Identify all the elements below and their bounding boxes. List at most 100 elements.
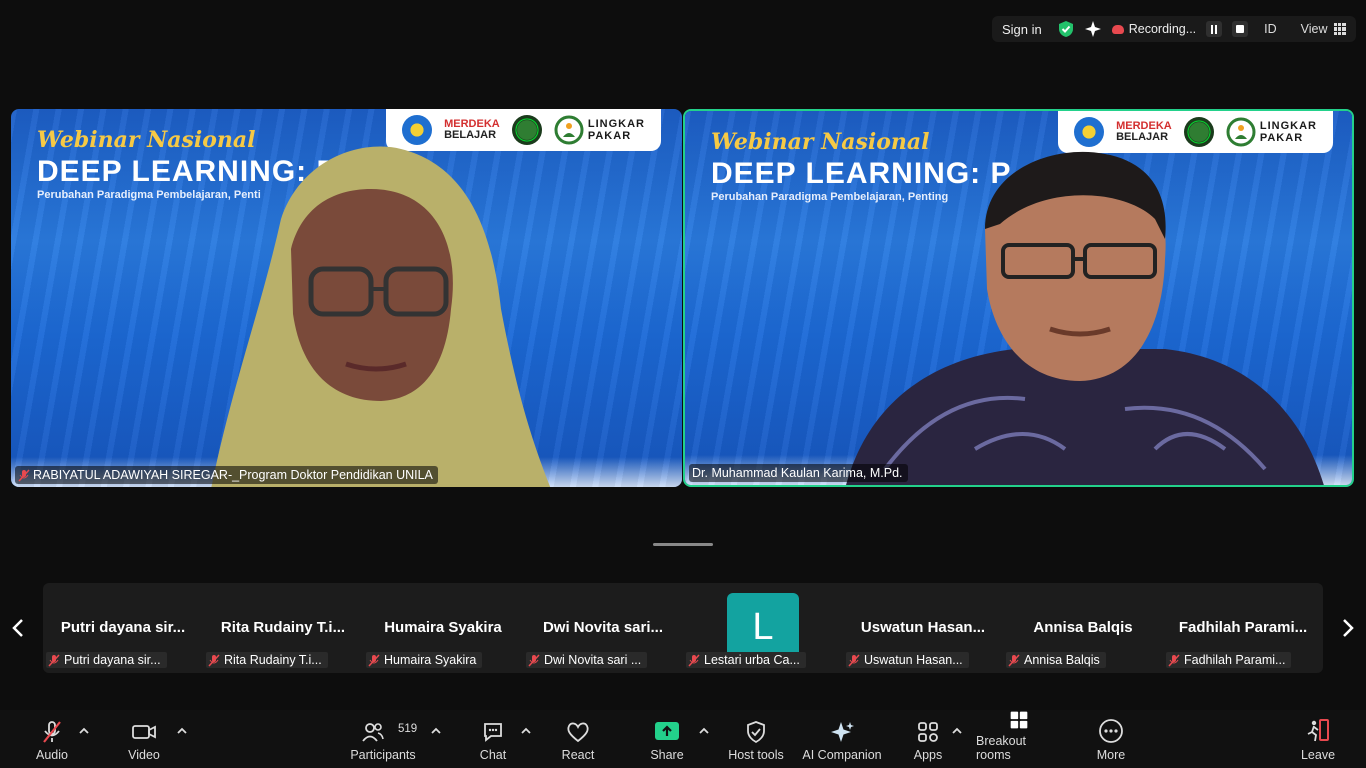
share-options-chevron-icon[interactable] bbox=[698, 726, 710, 736]
muted-mic-icon bbox=[1168, 653, 1180, 667]
ai-companion-button[interactable]: AI Companion bbox=[802, 710, 882, 768]
more-options-icon bbox=[1099, 719, 1123, 743]
recording-label: Recording... bbox=[1128, 22, 1197, 36]
participant-video-feed bbox=[846, 151, 1324, 485]
sign-in-link[interactable]: Sign in bbox=[1002, 22, 1042, 37]
thumbnail-display-name: Annisa Balqis bbox=[1033, 619, 1133, 636]
thumbnail-display-name: Rita Rudainy T.i... bbox=[220, 619, 346, 636]
thumbnail-tile[interactable]: Uswatun Hasan... Uswatun Hasan... bbox=[843, 583, 1003, 673]
pakar-text: PAKAR bbox=[587, 130, 632, 142]
audio-label: Audio bbox=[36, 748, 68, 762]
lingkar-pakar-emblem-icon bbox=[554, 115, 584, 145]
next-page-button[interactable] bbox=[1338, 614, 1358, 642]
share-label: Share bbox=[650, 748, 684, 762]
thumbnail-tile[interactable]: Rita Rudainy T.i... Rita Rudainy T.i... bbox=[203, 583, 363, 673]
thumbnail-display-name: Uswatun Hasan... bbox=[860, 619, 986, 636]
meeting-id-button[interactable]: ID bbox=[1264, 22, 1277, 36]
thumbnail-display-name: Putri dayana sir... bbox=[60, 619, 186, 636]
thumbnail-label: Dwi Novita sari ... bbox=[544, 653, 642, 667]
view-label: View bbox=[1300, 22, 1328, 36]
thumbnail-label: Lestari urba Ca... bbox=[704, 653, 800, 667]
breakout-rooms-icon bbox=[1010, 711, 1028, 729]
participants-button[interactable]: Participants bbox=[348, 710, 418, 768]
apps-button[interactable]: Apps bbox=[906, 710, 950, 768]
react-label: React bbox=[561, 748, 595, 762]
thumbnail-tile[interactable]: Putri dayana sir... Putri dayana sir... bbox=[43, 583, 203, 673]
thumbnail-label: Putri dayana sir... bbox=[64, 653, 161, 667]
resize-handle[interactable] bbox=[653, 543, 713, 546]
thumbnail-name-tag: Annisa Balqis bbox=[1006, 652, 1106, 668]
participants-icon bbox=[362, 723, 384, 742]
react-button[interactable]: React bbox=[556, 710, 600, 768]
participants-label: Participants bbox=[350, 748, 416, 762]
grid-view-icon bbox=[1333, 23, 1346, 35]
participant-name-tag: Dr. Muhammad Kaulan Karima, M.Pd. bbox=[689, 464, 908, 482]
thumbnail-label: Uswatun Hasan... bbox=[864, 653, 963, 667]
ai-sparkle-icon[interactable] bbox=[1084, 20, 1102, 38]
video-tile-participant-1[interactable]: Webinar Nasional DEEP LEARNING: P Peruba… bbox=[11, 109, 682, 487]
chat-options-chevron-icon[interactable] bbox=[520, 726, 532, 736]
previous-page-button[interactable] bbox=[8, 614, 28, 642]
thumbnail-name-tag: Putri dayana sir... bbox=[46, 652, 167, 668]
heart-icon bbox=[567, 722, 589, 743]
video-tile-active-speaker[interactable]: Webinar Nasional DEEP LEARNING: P Peruba… bbox=[683, 109, 1354, 487]
apps-icon bbox=[918, 722, 938, 742]
lingkar-pakar-emblem-icon bbox=[1226, 117, 1256, 147]
lingkar-pakar-logo: LINGKAR PAKAR bbox=[1226, 117, 1317, 147]
meeting-status-bar: Sign in Recording... ID View bbox=[992, 16, 1356, 42]
cloud-recording-icon bbox=[1111, 24, 1124, 34]
chat-label: Chat bbox=[479, 748, 507, 762]
participant-name-tag: RABIYATUL ADAWIYAH SIREGAR-_Program Dokt… bbox=[15, 466, 438, 484]
video-options-chevron-icon[interactable] bbox=[176, 726, 188, 736]
participant-name: Dr. Muhammad Kaulan Karima, M.Pd. bbox=[692, 466, 903, 480]
breakout-rooms-button[interactable]: Breakout rooms bbox=[976, 710, 1062, 768]
thumbnail-tile[interactable]: Annisa Balqis Annisa Balqis bbox=[1003, 583, 1163, 673]
host-tools-button[interactable]: Host tools bbox=[726, 710, 786, 768]
chat-bubble-icon bbox=[484, 723, 502, 742]
video-label: Video bbox=[128, 748, 160, 762]
video-camera-icon bbox=[132, 725, 156, 739]
thumbnail-display-name: Humaira Syakira bbox=[384, 619, 502, 636]
muted-mic-icon bbox=[48, 653, 60, 667]
thumbnail-tile[interactable]: Humaira Syakira Humaira Syakira bbox=[363, 583, 523, 673]
chevron-right-icon bbox=[1343, 619, 1354, 637]
participants-count-badge: 519 bbox=[398, 723, 418, 735]
ai-companion-sparkle-icon bbox=[831, 722, 854, 742]
participants-options-chevron-icon[interactable] bbox=[430, 726, 442, 736]
muted-mic-icon bbox=[688, 653, 700, 667]
breakout-rooms-label: Breakout rooms bbox=[976, 734, 1027, 762]
leave-button[interactable]: Leave bbox=[1296, 710, 1340, 768]
thumbnail-name-tag: Fadhilah Parami... bbox=[1166, 652, 1292, 668]
muted-mic-icon bbox=[208, 653, 220, 667]
view-button[interactable]: View bbox=[1301, 22, 1346, 36]
video-button[interactable]: Video bbox=[122, 710, 166, 768]
thumbnail-name-tag: Lestari urba Ca... bbox=[686, 652, 806, 668]
thumbnail-display-name: Fadhilah Parami... bbox=[1178, 619, 1308, 636]
muted-microphone-icon bbox=[43, 721, 61, 743]
apps-options-chevron-icon[interactable] bbox=[951, 726, 963, 736]
thumbnail-name-tag: Dwi Novita sari ... bbox=[526, 652, 648, 668]
pause-recording-button[interactable] bbox=[1206, 21, 1223, 37]
host-tools-label: Host tools bbox=[728, 748, 784, 762]
lingkar-pakar-logo: LINGKAR PAKAR bbox=[554, 115, 645, 145]
apps-label: Apps bbox=[913, 748, 943, 762]
chevron-left-icon bbox=[12, 619, 23, 637]
chat-button[interactable]: Chat bbox=[471, 710, 515, 768]
ai-companion-label: AI Companion bbox=[802, 748, 882, 762]
audio-button[interactable]: Audio bbox=[30, 710, 74, 768]
share-screen-icon bbox=[655, 722, 679, 740]
share-screen-button[interactable]: Share bbox=[645, 710, 689, 768]
stop-recording-button[interactable] bbox=[1232, 21, 1249, 37]
thumbnail-tile[interactable]: Fadhilah Parami... Fadhilah Parami... bbox=[1163, 583, 1323, 673]
thumbnail-name-tag: Uswatun Hasan... bbox=[846, 652, 969, 668]
thumbnail-label: Annisa Balqis bbox=[1024, 653, 1100, 667]
audio-options-chevron-icon[interactable] bbox=[78, 726, 90, 736]
more-button[interactable]: More bbox=[1089, 710, 1133, 768]
thumbnail-tile[interactable]: L Lestari urba Ca... bbox=[683, 583, 843, 673]
recording-indicator: Recording... bbox=[1111, 22, 1197, 36]
muted-mic-icon bbox=[368, 653, 380, 667]
security-shield-icon[interactable] bbox=[1058, 20, 1074, 38]
thumbnail-name-tag: Humaira Syakira bbox=[366, 652, 483, 668]
thumbnail-tile[interactable]: Dwi Novita sari... Dwi Novita sari ... bbox=[523, 583, 683, 673]
thumbnail-name-tag: Rita Rudainy T.i... bbox=[206, 652, 328, 668]
